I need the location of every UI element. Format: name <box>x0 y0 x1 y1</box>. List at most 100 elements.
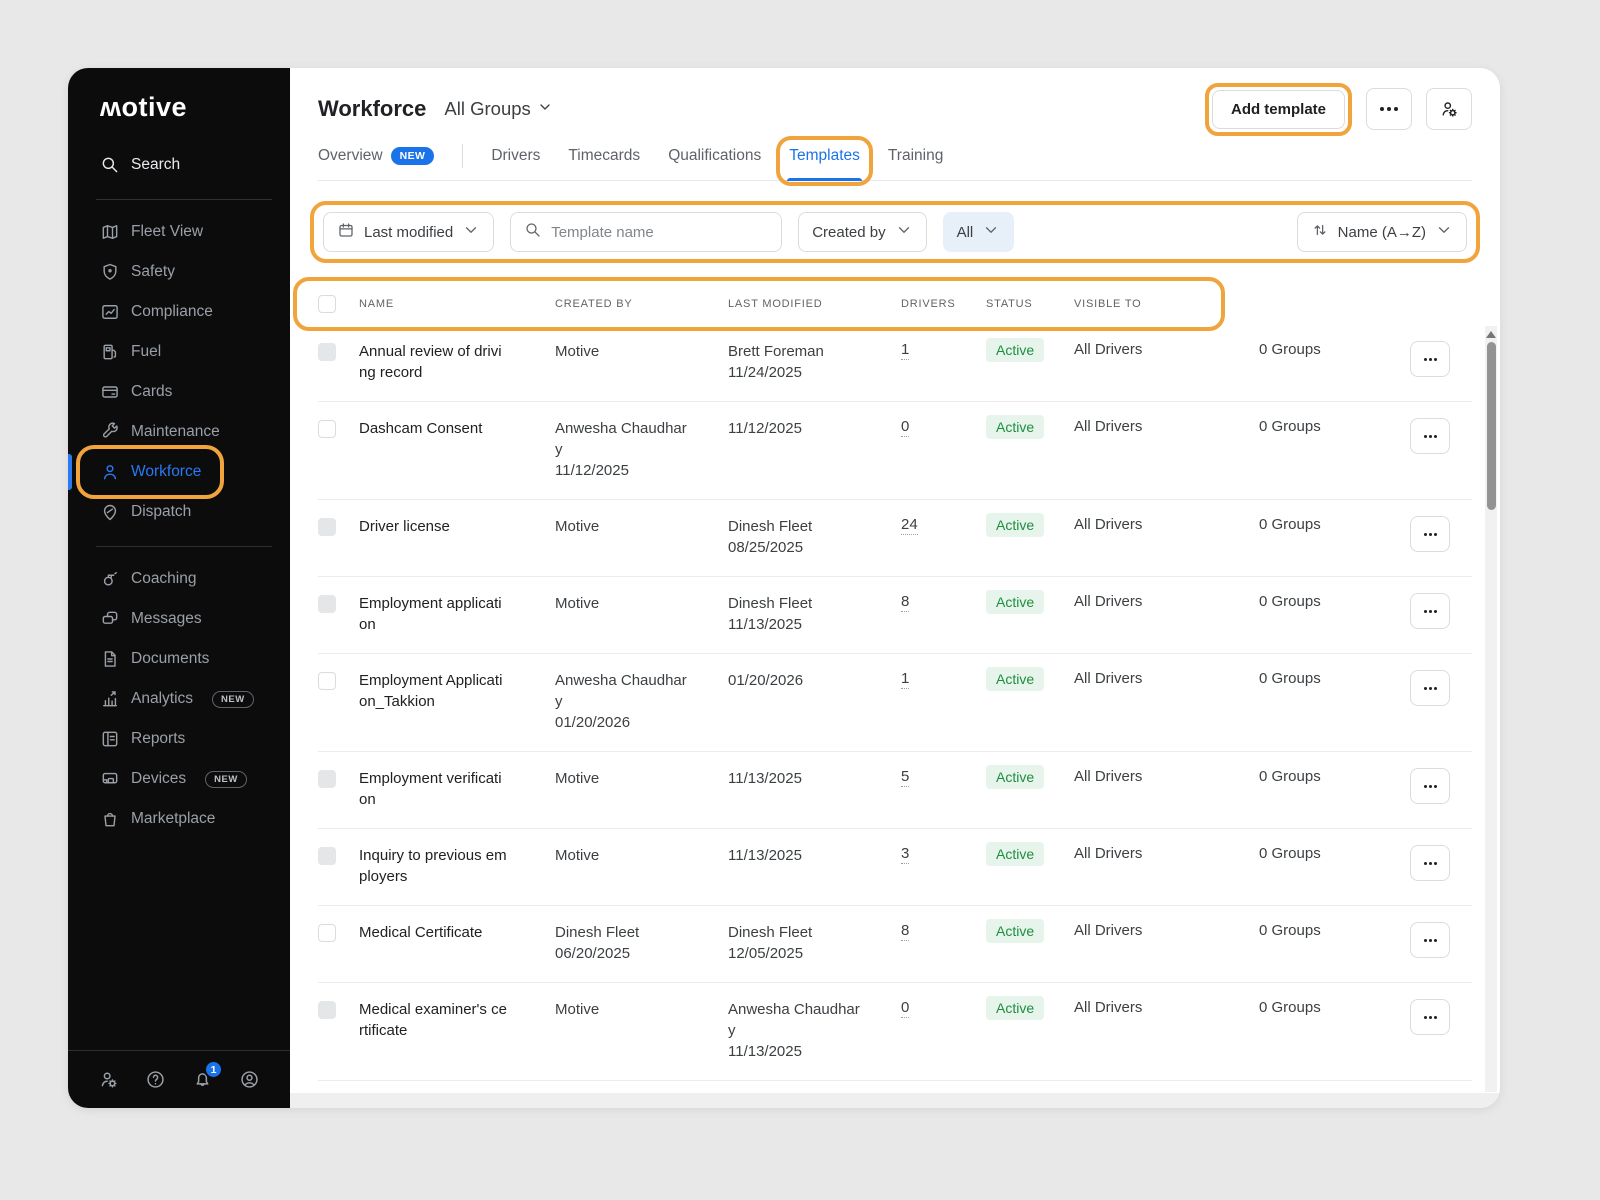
visible-to: All Drivers <box>1074 516 1143 533</box>
row-more-options-button[interactable] <box>1410 418 1450 454</box>
sort-control[interactable]: Name (A→Z) <box>1296 212 1467 252</box>
template-name-search[interactable] <box>510 212 783 252</box>
sidebar-item-fuel[interactable]: Fuel <box>68 332 290 372</box>
template-name[interactable]: Inquiry to previous employers <box>359 845 509 887</box>
sidebar-secondary-nav: Coaching Messages Documents Analytics NEW Rep… <box>68 559 290 839</box>
tab-training[interactable]: Training <box>888 147 943 180</box>
sidebar-item-label: Dispatch <box>131 503 192 520</box>
annotation-ring-filters: Last modified Created by All <box>310 201 1480 263</box>
sidebar-item-devices[interactable]: Devices NEW <box>68 759 290 799</box>
row-more-options-button[interactable] <box>1410 341 1450 377</box>
created-by: Motive <box>555 343 600 360</box>
template-name[interactable]: Annual review of driving record <box>359 341 509 383</box>
logo-text: ʍotive <box>100 92 188 122</box>
template-name[interactable]: Medical Certificate <box>359 922 509 943</box>
sidebar-item-marketplace[interactable]: Marketplace <box>68 799 290 839</box>
sidebar-item-label: Messages <box>131 610 202 627</box>
row-checkbox <box>318 595 336 613</box>
profile-button[interactable] <box>239 1069 260 1090</box>
drivers-count[interactable]: 8 <box>901 922 910 941</box>
user-gear-button[interactable] <box>98 1069 119 1090</box>
sidebar-item-compliance[interactable]: Compliance <box>68 292 290 332</box>
sidebar-item-cards[interactable]: Cards <box>68 372 290 412</box>
row-more-options-button[interactable] <box>1410 670 1450 706</box>
drivers-count[interactable]: 1 <box>901 670 910 689</box>
modified-date: 11/13/2025 <box>728 1043 802 1060</box>
column-header-drivers[interactable]: DRIVERS <box>901 298 986 310</box>
select-all-checkbox[interactable] <box>318 295 336 313</box>
template-name-input[interactable] <box>551 223 769 241</box>
sidebar-item-documents[interactable]: Documents <box>68 639 290 679</box>
visible-to: All Drivers <box>1074 999 1143 1016</box>
sidebar-item-search[interactable]: Search <box>68 145 290 185</box>
row-more-options-button[interactable] <box>1410 999 1450 1035</box>
status-filter[interactable]: All <box>942 212 1015 252</box>
template-name[interactable]: Employment verification <box>359 768 509 810</box>
sidebar-item-maintenance[interactable]: Maintenance <box>68 412 290 452</box>
vertical-scrollbar-thumb[interactable] <box>1486 342 1496 510</box>
row-checkbox[interactable] <box>318 924 336 942</box>
last-modified-filter[interactable]: Last modified <box>323 212 495 252</box>
template-name[interactable]: Driver license <box>359 516 509 537</box>
more-options-button[interactable] <box>1366 88 1412 130</box>
sidebar-item-safety[interactable]: Safety <box>68 252 290 292</box>
scroll-up-arrow[interactable] <box>1486 331 1496 338</box>
bell-button[interactable]: 1 <box>192 1060 223 1090</box>
row-more-options-button[interactable] <box>1410 593 1450 629</box>
add-template-button[interactable]: Add template <box>1211 89 1345 129</box>
column-header-created-by[interactable]: CREATED BY <box>555 298 728 310</box>
horizontal-scrollbar[interactable] <box>290 1093 1500 1108</box>
group-selector[interactable]: All Groups <box>444 98 552 120</box>
help-button[interactable] <box>145 1069 166 1090</box>
sidebar-item-dispatch[interactable]: Dispatch <box>68 492 290 532</box>
tab-drivers[interactable]: Drivers <box>491 147 540 180</box>
created-by-filter[interactable]: Created by <box>798 212 927 252</box>
row-more-options-button[interactable] <box>1410 845 1450 881</box>
sidebar-item-messages[interactable]: Messages <box>68 599 290 639</box>
drivers-count[interactable]: 0 <box>901 999 910 1018</box>
ellipsis-icon <box>1428 357 1432 361</box>
visible-to: All Drivers <box>1074 418 1143 435</box>
tab-label: Templates <box>789 147 860 164</box>
template-name[interactable]: Dashcam Consent <box>359 418 509 439</box>
header-actions: Add template <box>1204 82 1472 136</box>
row-checkbox[interactable] <box>318 420 336 438</box>
template-name[interactable]: Employment application <box>359 593 509 635</box>
drivers-count[interactable]: 8 <box>901 593 910 612</box>
column-header-status[interactable]: STATUS <box>986 298 1074 310</box>
template-name[interactable]: Employment Application_Takkion <box>359 670 509 712</box>
sidebar-item-coaching[interactable]: Coaching <box>68 559 290 599</box>
sidebar-item-workforce[interactable]: Workforce <box>68 452 290 492</box>
tab-qualifications[interactable]: Qualifications <box>668 147 761 180</box>
tab-templates[interactable]: Templates <box>776 136 873 186</box>
sidebar-item-label: Fuel <box>131 343 162 360</box>
template-name[interactable]: Medical examiner's certificate <box>359 999 509 1041</box>
row-checkbox[interactable] <box>318 672 336 690</box>
sidebar-item-fleet-view[interactable]: Fleet View <box>68 212 290 252</box>
drivers-count[interactable]: 1 <box>901 341 910 360</box>
modified-date: 11/13/2025 <box>728 770 802 787</box>
sidebar-item-analytics[interactable]: Analytics NEW <box>68 679 290 719</box>
status-badge: Active <box>986 765 1045 789</box>
drivers-count[interactable]: 5 <box>901 768 910 787</box>
column-header-name[interactable]: NAME <box>359 298 555 310</box>
modified-date: 11/13/2025 <box>728 616 802 633</box>
groups-count: 0 Groups <box>1259 418 1321 435</box>
vertical-scrollbar[interactable] <box>1485 326 1497 1092</box>
column-header-visible-to[interactable]: VISIBLE TO <box>1074 298 1259 310</box>
row-more-options-button[interactable] <box>1410 516 1450 552</box>
row-more-options-button[interactable] <box>1410 922 1450 958</box>
drivers-count[interactable]: 24 <box>901 516 918 535</box>
manage-users-button[interactable] <box>1426 88 1472 130</box>
tab-overview[interactable]: Overview NEW <box>318 147 435 180</box>
chevron-down-icon <box>462 221 480 243</box>
column-header-last-modified[interactable]: LAST MODIFIED <box>728 298 901 310</box>
tab-timecards[interactable]: Timecards <box>568 147 640 180</box>
sidebar-item-reports[interactable]: Reports <box>68 719 290 759</box>
modified-date: 11/13/2025 <box>728 847 802 864</box>
tab-label: Training <box>887 147 944 164</box>
row-more-options-button[interactable] <box>1410 768 1450 804</box>
drivers-count[interactable]: 0 <box>901 418 910 437</box>
groups-count: 0 Groups <box>1259 768 1321 785</box>
drivers-count[interactable]: 3 <box>901 845 910 864</box>
